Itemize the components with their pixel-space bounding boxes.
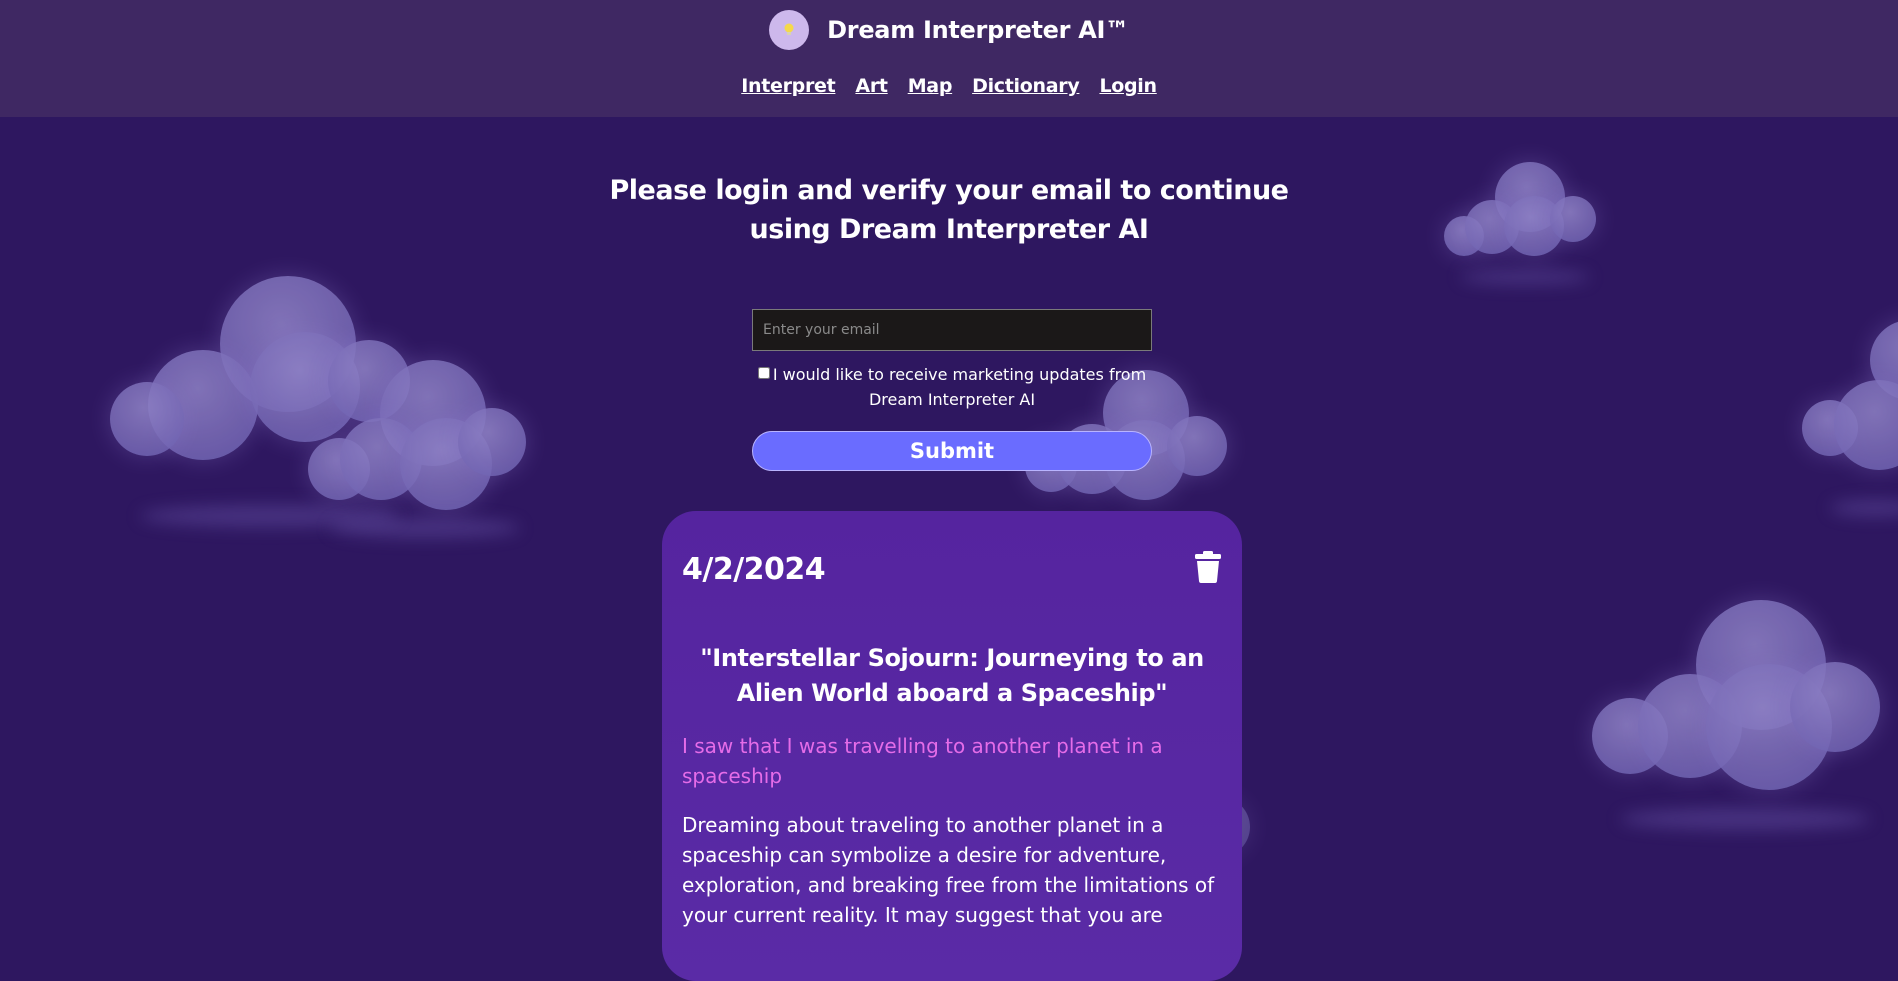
cloud-decoration <box>1800 320 1898 520</box>
dream-prompt: I saw that I was travelling to another p… <box>682 734 1163 788</box>
marketing-label: I would like to receive marketing update… <box>772 365 1147 409</box>
marketing-consent: I would like to receive marketing update… <box>752 362 1152 412</box>
dream-card: 4/2/2024 "Interstellar Sojourn: Journeyi… <box>662 511 1242 981</box>
nav-login[interactable]: Login <box>1099 75 1157 97</box>
login-heading-line2: using Dream Interpreter AI <box>749 214 1149 245</box>
login-heading: Please login and verify your email to co… <box>0 171 1898 249</box>
marketing-checkbox[interactable] <box>757 367 770 379</box>
dream-interpretation: Dreaming about traveling to another plan… <box>682 813 1215 927</box>
dream-title: "Interstellar Sojourn: Journeying to an … <box>700 644 1204 707</box>
cloud-decoration <box>1590 598 1890 848</box>
dream-date: 4/2/2024 <box>682 552 826 587</box>
nav-art[interactable]: Art <box>855 75 888 97</box>
submit-button[interactable]: Submit <box>752 431 1152 471</box>
lightbulb-icon <box>769 10 810 50</box>
brand[interactable]: Dream Interpreter AI™ <box>0 10 1898 50</box>
email-input[interactable] <box>752 309 1152 351</box>
nav-map[interactable]: Map <box>908 75 953 97</box>
trash-icon[interactable] <box>1194 551 1222 583</box>
nav-interpret[interactable]: Interpret <box>741 75 835 97</box>
brand-title: Dream Interpreter AI™ <box>827 16 1129 44</box>
login-heading-line1: Please login and verify your email to co… <box>609 175 1289 206</box>
nav-dictionary[interactable]: Dictionary <box>972 75 1080 97</box>
main-nav: Interpret Art Map Dictionary Login <box>0 75 1898 97</box>
cloud-decoration <box>300 358 540 558</box>
site-header: Dream Interpreter AI™ Interpret Art Map … <box>0 0 1898 117</box>
